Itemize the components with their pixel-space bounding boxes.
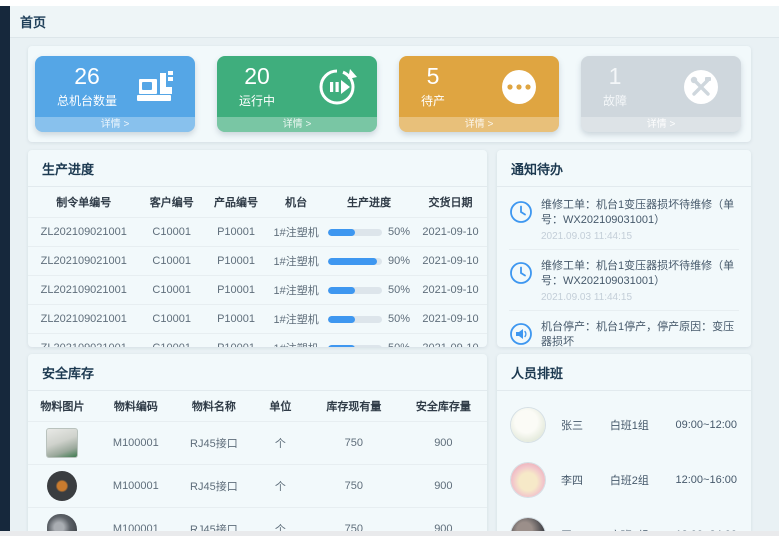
table-row[interactable]: ZL202109021001 C10001 P10001 1#注塑机 50% 2… xyxy=(28,305,487,334)
shift-label: 夜班1组 xyxy=(610,527,676,532)
schedule-row[interactable]: 张三 白班1组 09:00~12:00 xyxy=(511,397,737,452)
safety-stock-panel: 安全库存 物料图片 物料编码 物料名称 单位 库存现有量 安全库存量 xyxy=(28,354,487,531)
avatar xyxy=(511,408,545,442)
stat-value: 5 xyxy=(421,64,445,89)
material-image-speaker xyxy=(47,514,77,531)
material-image-speaker xyxy=(47,471,77,501)
person-name: 李四 xyxy=(561,472,610,488)
progress-bar: 90% xyxy=(328,255,410,267)
detail-link[interactable]: 详情 > xyxy=(399,117,559,132)
detail-link[interactable]: 详情 > xyxy=(581,117,741,132)
col-header: 安全库存量 xyxy=(400,391,487,422)
table-row[interactable]: M100001 RJ45接口 个 750 900 xyxy=(28,422,487,465)
shift-time: 18:00~24:00 xyxy=(676,529,737,532)
col-header: 制令单编号 xyxy=(28,187,140,218)
col-header: 库存现有量 xyxy=(308,391,400,422)
schedule-row[interactable]: 李四 白班2组 12:00~16:00 xyxy=(511,452,737,507)
notification-item[interactable]: 维修工单：机台1变压器损坏待维修（单号：WX202109031001） 2021… xyxy=(509,250,739,311)
stat-label: 运行中 xyxy=(239,92,275,109)
shift-time: 12:00~16:00 xyxy=(676,474,737,486)
stat-label: 故障 xyxy=(603,92,627,109)
stat-card-total-machines[interactable]: 26 总机台数量 xyxy=(35,56,195,132)
tools-icon xyxy=(679,65,723,109)
stat-card-fault[interactable]: 1 故障 xyxy=(581,56,741,132)
sidebar-edge xyxy=(0,6,10,531)
notification-text: 维修工单：机台1变压器损坏待维修（单号：WX202109031001） xyxy=(541,259,739,290)
stat-value: 20 xyxy=(239,64,275,89)
col-header: 机台 xyxy=(268,187,324,218)
stat-label: 待产 xyxy=(421,92,445,109)
running-icon xyxy=(315,65,359,109)
table-row[interactable]: ZL202109021001 C10001 P10001 1#注塑机 50% 2… xyxy=(28,218,487,247)
shift-label: 白班1组 xyxy=(610,417,676,433)
clock-icon xyxy=(509,200,533,224)
notification-time: 2021.09.03 11:44:15 xyxy=(541,231,739,242)
progress-bar: 50% xyxy=(328,342,410,347)
progress-bar: 50% xyxy=(328,226,410,238)
notification-text: 机台停产：机台1停产，停产原因：变压器损坏 xyxy=(541,320,739,347)
table-row[interactable]: M100001 RJ45接口 个 750 900 xyxy=(28,465,487,508)
stat-label: 总机台数量 xyxy=(57,92,117,109)
person-name: 张三 xyxy=(561,417,610,433)
notification-time: 2021.09.03 11:44:15 xyxy=(541,292,739,303)
production-progress-panel: 生产进度 制令单编号 客户编号 产品编号 机台 生产进度 交货日期 xyxy=(28,150,487,347)
window-bottom-strip xyxy=(0,531,779,536)
table-header-row: 制令单编号 客户编号 产品编号 机台 生产进度 交货日期 xyxy=(28,187,487,218)
production-progress-table: 制令单编号 客户编号 产品编号 机台 生产进度 交货日期 ZL202109021… xyxy=(28,187,487,347)
table-row[interactable]: ZL202109021001 C10001 P10001 1#注塑机 90% 2… xyxy=(28,247,487,276)
col-header: 物料编码 xyxy=(97,391,175,422)
page-header: 首页 xyxy=(10,6,779,38)
col-header: 单位 xyxy=(253,391,308,422)
stat-card-running[interactable]: 20 运行中 详情 > xyxy=(217,56,377,132)
machine-icon xyxy=(133,65,177,109)
safety-stock-title: 安全库存 xyxy=(28,354,487,391)
dashboard-main: 首页 26 总机台数量 xyxy=(10,6,779,531)
stats-panel: 26 总机台数量 xyxy=(28,46,751,142)
clock-icon xyxy=(509,261,533,285)
page-title[interactable]: 首页 xyxy=(20,12,46,31)
schedule-row[interactable]: 王五 夜班1组 18:00~24:00 xyxy=(511,507,737,531)
notifications-panel: 通知待办 维修工单：机台1变压器损坏待维修（单号：WX202109031001）… xyxy=(497,150,751,347)
progress-bar: 50% xyxy=(328,284,410,296)
notification-text: 维修工单：机台1变压器损坏待维修（单号：WX202109031001） xyxy=(541,198,739,229)
ellipsis-icon xyxy=(497,65,541,109)
progress-bar: 50% xyxy=(328,313,410,325)
col-header: 产品编号 xyxy=(204,187,268,218)
stat-value: 1 xyxy=(603,64,627,89)
col-header: 物料图片 xyxy=(28,391,97,422)
person-name: 王五 xyxy=(561,527,610,532)
table-row[interactable]: M100001 RJ45接口 个 750 900 xyxy=(28,508,487,532)
personnel-schedule-panel: 人员排班 张三 白班1组 09:00~12:00 李四 白班2组 12:00~1… xyxy=(497,354,751,531)
production-progress-title: 生产进度 xyxy=(28,150,487,187)
material-image-rj45 xyxy=(46,428,78,458)
speaker-icon xyxy=(509,322,533,346)
table-row[interactable]: ZL202109021001 C10001 P10001 1#注塑机 50% 2… xyxy=(28,276,487,305)
shift-label: 白班2组 xyxy=(610,472,676,488)
col-header: 物料名称 xyxy=(175,391,253,422)
stat-value: 26 xyxy=(57,64,117,89)
col-header: 生产进度 xyxy=(324,187,414,218)
personnel-schedule-title: 人员排班 xyxy=(497,354,751,391)
col-header: 交货日期 xyxy=(414,187,487,218)
avatar xyxy=(511,463,545,497)
detail-link[interactable]: 详情 > xyxy=(217,117,377,132)
notification-item[interactable]: 机台停产：机台1停产，停产原因：变压器损坏 2021.09.03 11:44:1… xyxy=(509,311,739,347)
table-row[interactable]: ZL202109021001 C10001 P10001 1#注塑机 50% 2… xyxy=(28,334,487,348)
notification-item[interactable]: 维修工单：机台1变压器损坏待维修（单号：WX202109031001） 2021… xyxy=(509,189,739,250)
detail-link[interactable]: 详情 > xyxy=(35,117,195,132)
stat-card-waiting[interactable]: 5 待产 详情 > xyxy=(399,56,559,132)
col-header: 客户编号 xyxy=(140,187,204,218)
safety-stock-table: 物料图片 物料编码 物料名称 单位 库存现有量 安全库存量 M100001 R xyxy=(28,391,487,531)
shift-time: 09:00~12:00 xyxy=(676,419,737,431)
avatar xyxy=(511,518,545,532)
notifications-title: 通知待办 xyxy=(497,150,751,187)
table-header-row: 物料图片 物料编码 物料名称 单位 库存现有量 安全库存量 xyxy=(28,391,487,422)
